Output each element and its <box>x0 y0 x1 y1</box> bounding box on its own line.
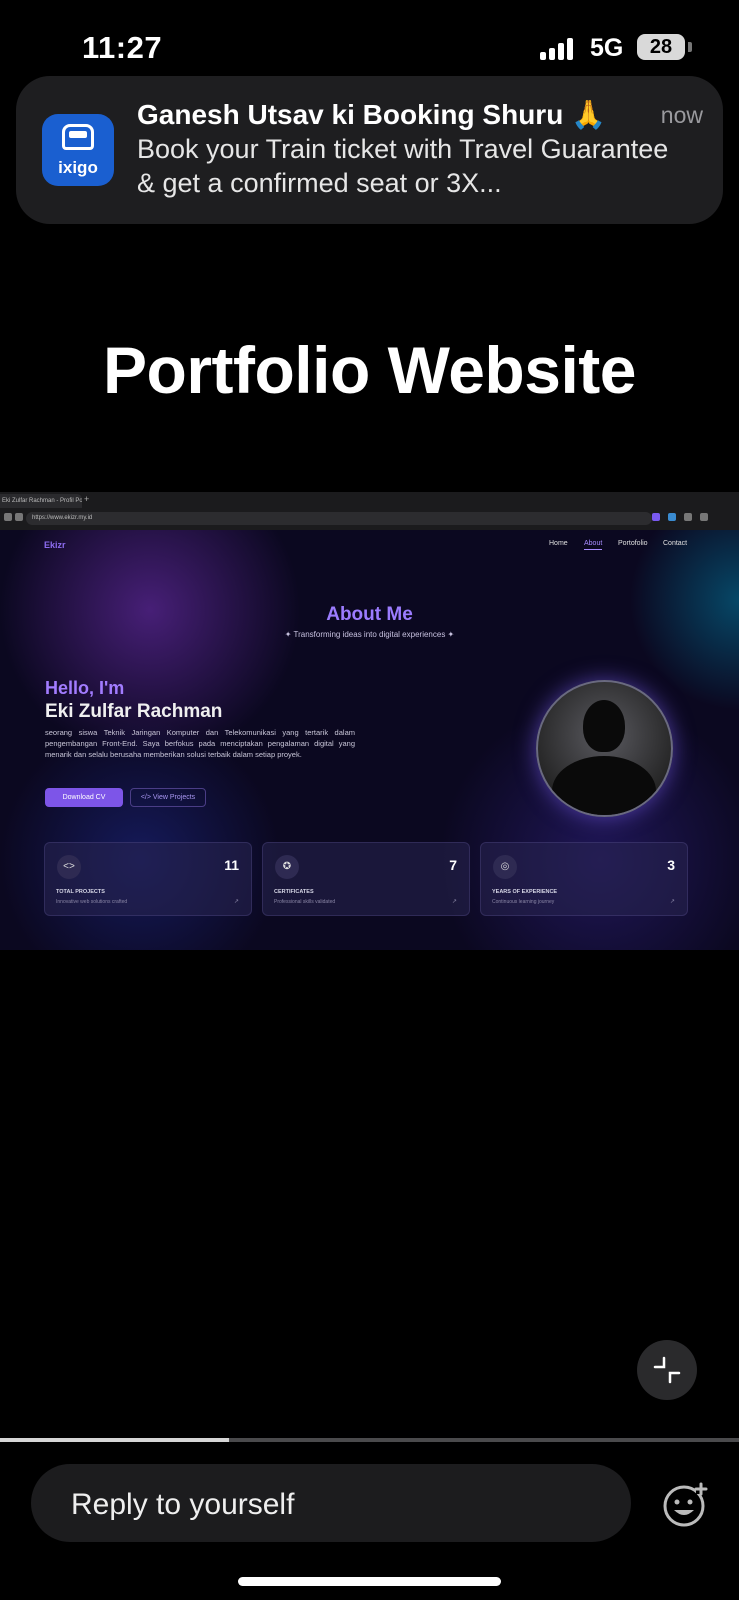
status-time: 11:27 <box>82 30 163 65</box>
notification-banner[interactable]: ixigo Ganesh Utsav ki Booking Shuru 🙏 no… <box>16 76 723 224</box>
nav-portofolio: Portofolio <box>618 540 648 547</box>
emoji-reaction-button[interactable] <box>662 1482 708 1533</box>
about-heading: About Me <box>326 604 413 625</box>
new-tab-icon: + <box>84 494 90 504</box>
stat-card-projects: <> 11 TOTAL PROJECTS Innovative web solu… <box>44 842 252 916</box>
app-icon-label: ixigo <box>58 158 98 177</box>
profile-avatar <box>536 680 673 817</box>
reply-input[interactable]: Reply to yourself <box>31 1464 631 1542</box>
profile-icon <box>684 513 692 521</box>
story-progress-bar <box>0 1438 739 1442</box>
battery-icon: 28 <box>637 34 685 60</box>
code-icon: <> <box>57 855 81 879</box>
network-type: 5G <box>590 34 624 62</box>
stat-label: CERTIFICATES <box>274 889 314 895</box>
stat-label: TOTAL PROJECTS <box>56 889 105 895</box>
train-icon <box>62 124 94 150</box>
notification-title: Ganesh Utsav ki Booking Shuru 🙏 <box>137 99 606 130</box>
avatar-body <box>552 756 656 815</box>
extension-icon <box>668 513 676 521</box>
website-page: Ekizr Home About Portofolio Contact Abou… <box>0 530 739 950</box>
minimize-button[interactable] <box>637 1340 697 1400</box>
stat-label: YEARS OF EXPERIENCE <box>492 889 558 895</box>
nav-about: About <box>584 540 603 550</box>
stat-value: 7 <box>449 857 457 873</box>
reply-placeholder: Reply to yourself <box>71 1488 295 1521</box>
story-title: Portfolio Website <box>103 333 636 407</box>
hello-text: Hello, I'm <box>45 678 125 698</box>
globe-icon: ◎ <box>493 855 517 879</box>
bio-text: seorang siswa Teknik Jaringan Komputer d… <box>45 728 355 759</box>
stat-card-certificates: ✪ 7 CERTIFICATES Professional skills val… <box>262 842 470 916</box>
notification-body: Book your Train ticket with Travel Guara… <box>137 134 669 198</box>
signal-icon <box>540 36 578 60</box>
reload-icon <box>4 513 12 521</box>
stat-desc: Innovative web solutions crafted <box>56 899 128 905</box>
arrow-icon: ↗ <box>233 899 239 905</box>
ixigo-app-icon: ixigo <box>42 114 114 186</box>
browser-tab: Eki Zulfar Rachman - Profil Por <box>0 494 82 508</box>
arrow-icon: ↗ <box>451 899 457 905</box>
notification-time: now <box>660 102 703 128</box>
stat-desc: Continuous learning journey <box>492 899 555 905</box>
stat-value: 11 <box>224 857 239 873</box>
stat-desc: Professional skills validated <box>274 899 336 905</box>
stat-value: 3 <box>667 857 675 873</box>
nav-home: Home <box>549 540 568 547</box>
status-bar: 11:27 5G 28 <box>0 0 739 80</box>
download-cv-button: Download CV <box>45 788 123 807</box>
person-name: Eki Zulfar Rachman <box>45 701 223 722</box>
add-emoji-icon <box>663 1482 708 1527</box>
story-progress-fill <box>0 1438 230 1442</box>
extension-icon <box>652 513 660 521</box>
battery-nub <box>688 42 692 52</box>
minimize-icon <box>653 1356 681 1384</box>
nav-contact: Contact <box>663 540 688 547</box>
home-indicator <box>238 1577 501 1586</box>
arrow-icon: ↗ <box>669 899 675 905</box>
address-bar: https://www.ekizr.my.id <box>26 512 652 525</box>
stat-card-experience: ◎ 3 YEARS OF EXPERIENCE Continuous learn… <box>480 842 688 916</box>
website-screenshot: Eki Zulfar Rachman - Profil Por + https:… <box>0 492 739 950</box>
view-projects-button: </> View Projects <box>130 788 206 807</box>
browser-chrome: Eki Zulfar Rachman - Profil Por + https:… <box>0 492 739 530</box>
menu-icon <box>700 513 708 521</box>
avatar-head <box>583 700 625 752</box>
site-info-icon <box>15 513 23 521</box>
about-subheading: ✦ Transforming ideas into digital experi… <box>284 630 455 639</box>
award-icon: ✪ <box>275 855 299 879</box>
site-logo: Ekizr <box>44 540 66 550</box>
